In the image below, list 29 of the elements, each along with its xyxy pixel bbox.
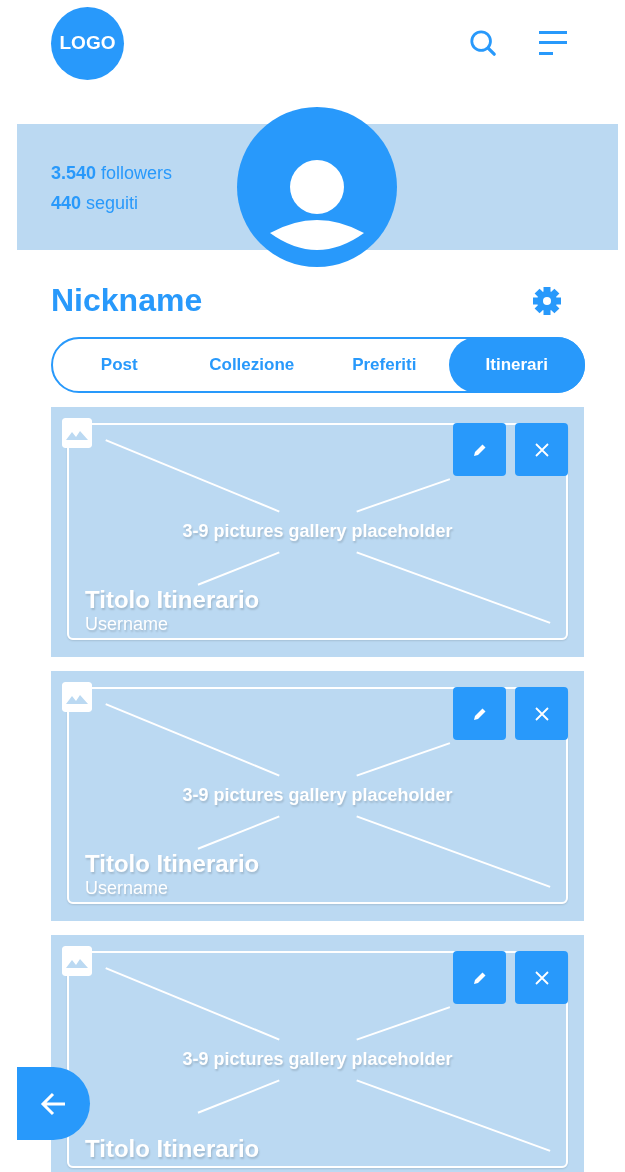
close-icon bbox=[533, 441, 550, 458]
logo[interactable]: LOGO bbox=[51, 6, 124, 80]
username: Username bbox=[85, 614, 170, 635]
stat-text: 440 seguiti bbox=[51, 193, 140, 214]
image-icon bbox=[62, 946, 92, 976]
placeholder-text: 3-9 pictures gallery placeholder bbox=[181, 521, 454, 542]
avatar-icon bbox=[237, 107, 397, 267]
image-icon bbox=[62, 418, 92, 448]
close-icon bbox=[533, 969, 550, 986]
edit-button[interactable] bbox=[453, 687, 506, 740]
close-icon bbox=[533, 705, 550, 722]
username: Username bbox=[85, 878, 170, 899]
close-button[interactable] bbox=[515, 951, 568, 1004]
close-button[interactable] bbox=[515, 423, 568, 476]
edit-button[interactable] bbox=[453, 951, 506, 1004]
itinerary-title: Titolo Itinerario bbox=[85, 1135, 260, 1163]
settings-icon[interactable] bbox=[533, 286, 561, 315]
close-button[interactable] bbox=[515, 687, 568, 740]
tab[interactable]: Itinerari bbox=[448, 337, 585, 393]
placeholder-text: 3-9 pictures gallery placeholder bbox=[181, 1049, 454, 1070]
placeholder-text: 3-9 pictures gallery placeholder bbox=[181, 785, 454, 806]
menu-icon[interactable] bbox=[539, 31, 567, 55]
image-icon bbox=[62, 682, 92, 712]
edit-button[interactable] bbox=[453, 423, 506, 476]
stat-text: 3.540 followers bbox=[51, 163, 173, 184]
search-icon[interactable] bbox=[469, 29, 497, 57]
itinerary-title: Titolo Itinerario bbox=[85, 850, 260, 878]
nickname: Nickname bbox=[51, 282, 203, 319]
itinerary-title: Titolo Itinerario bbox=[85, 586, 260, 614]
